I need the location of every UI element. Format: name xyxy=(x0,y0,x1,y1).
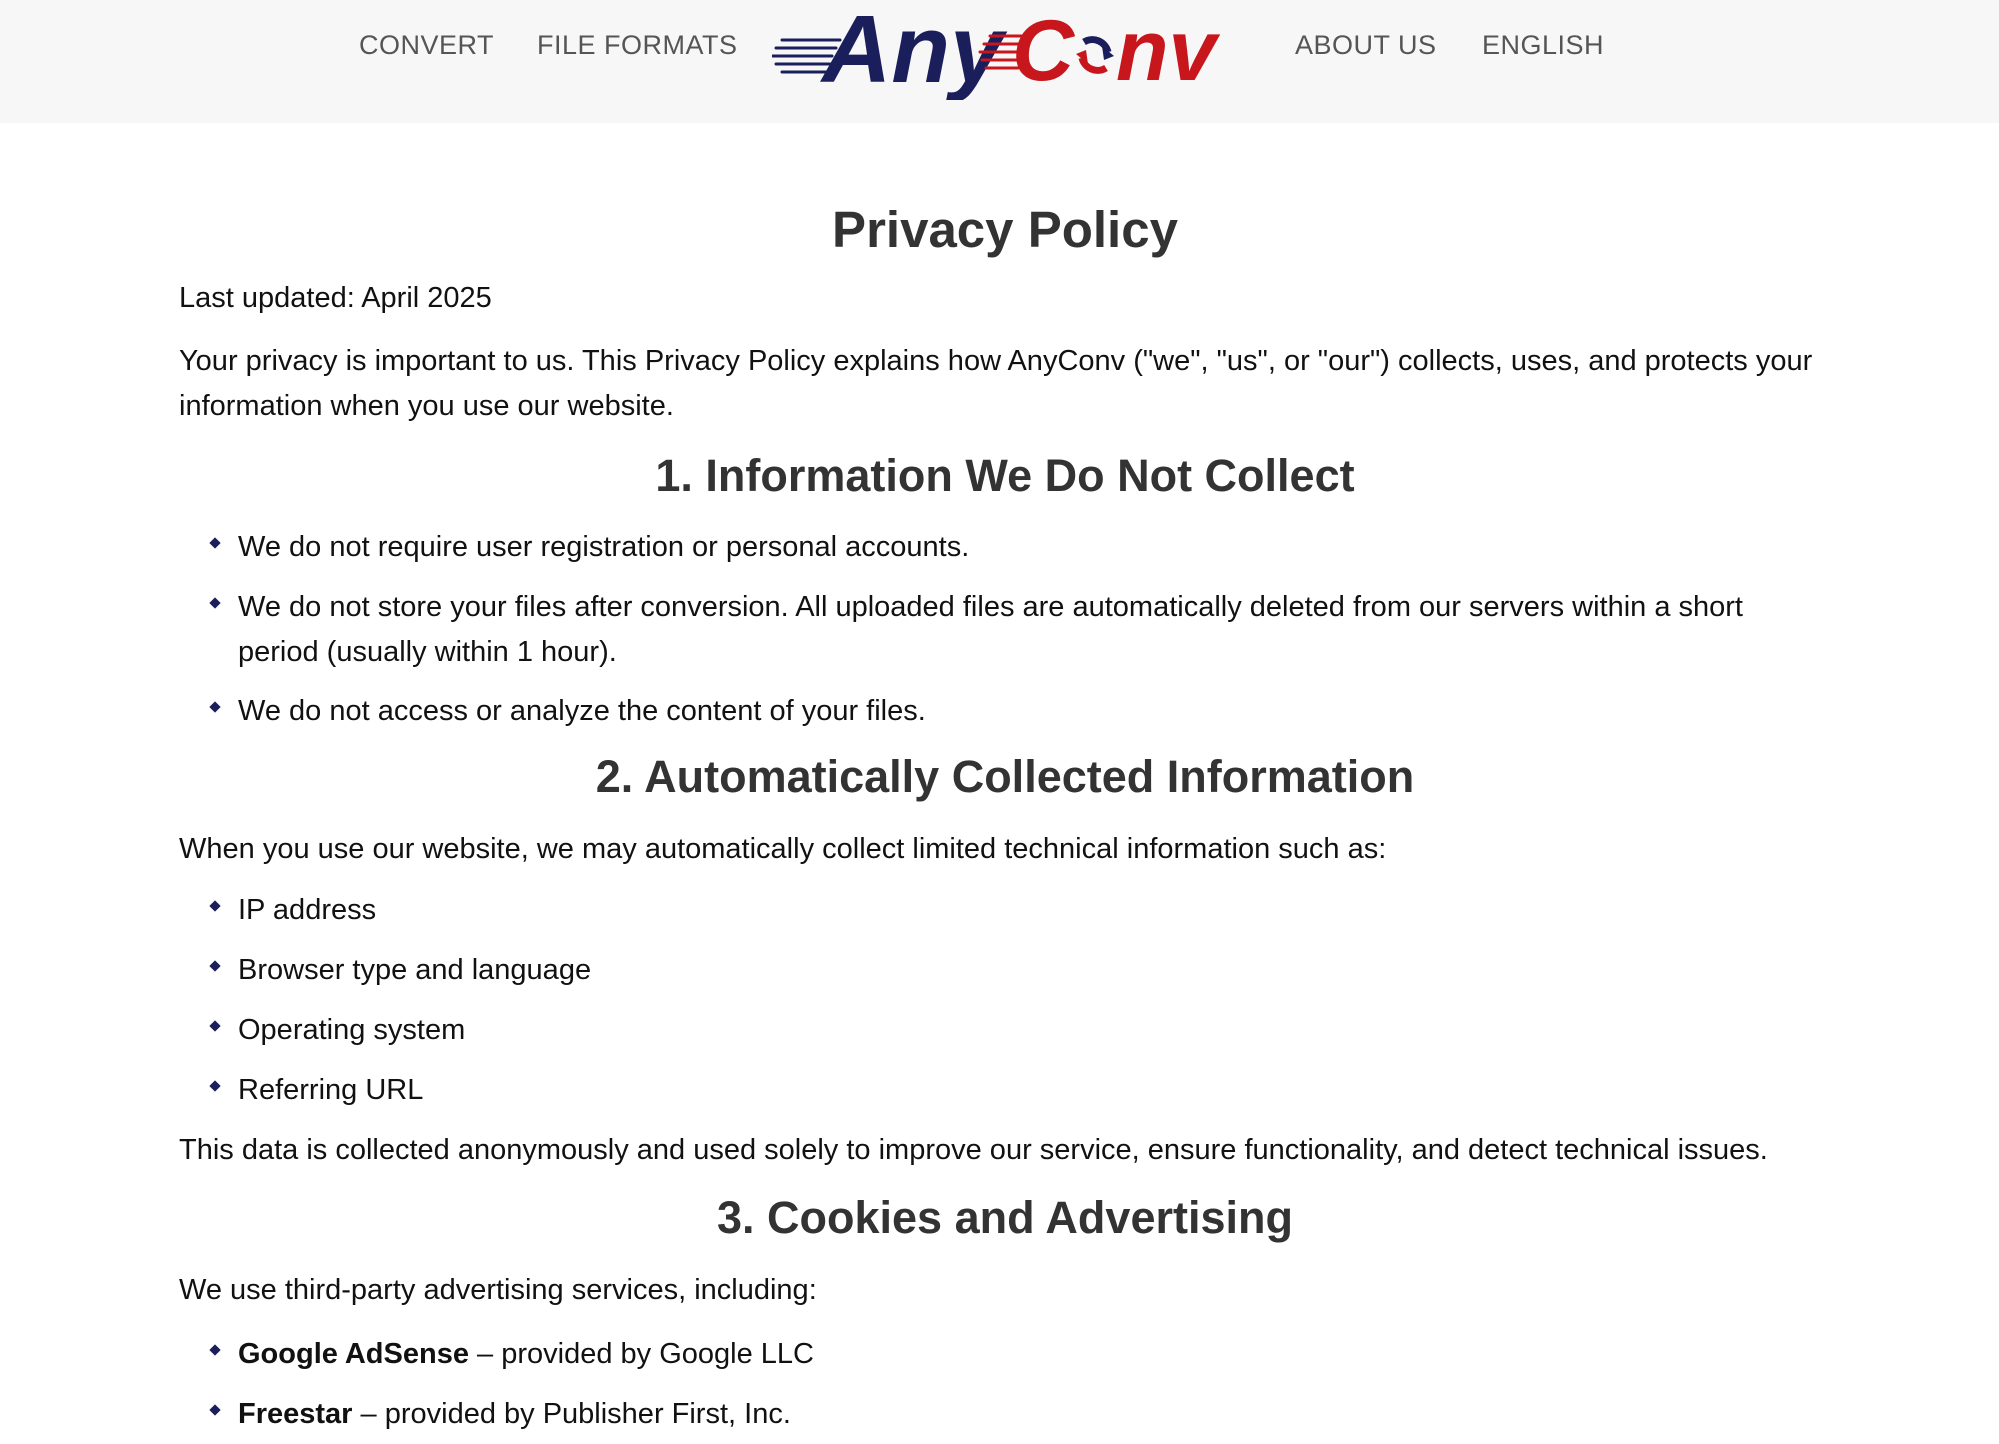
page-title: Privacy Policy xyxy=(832,201,1178,258)
nav-file-formats-link[interactable]: FILE FORMATS xyxy=(537,30,738,61)
bullet-icon xyxy=(209,900,221,912)
bullet-icon xyxy=(209,597,221,609)
bullet-icon xyxy=(209,537,221,549)
logo-text-nv: nv xyxy=(1116,3,1221,99)
list-item: Google AdSense – provided by Google LLC xyxy=(209,1332,1818,1377)
header: CONVERT FILE FORMATS Any C nv ABOUT US E… xyxy=(0,0,1999,123)
bullet-icon xyxy=(209,960,221,972)
nav-convert-link[interactable]: CONVERT xyxy=(359,30,494,61)
section-1-title: 1. Information We Do Not Collect xyxy=(655,450,1355,501)
section-2-title: 2. Automatically Collected Information xyxy=(595,751,1415,802)
bullet-icon xyxy=(209,1080,221,1092)
bullet-icon xyxy=(209,1020,221,1032)
provider-desc: – provided by Publisher First, Inc. xyxy=(352,1398,791,1430)
bullet-icon xyxy=(209,701,221,713)
list-item: We do not store your files after convers… xyxy=(209,585,1818,675)
convert-arrows-icon xyxy=(1076,36,1114,74)
provider-name: Google AdSense xyxy=(238,1338,469,1370)
list-item: IP address xyxy=(209,888,1818,933)
list-item: We do not access or analyze the content … xyxy=(209,689,1818,734)
logo-text-any: Any xyxy=(820,0,1008,100)
list-item: We do not require user registration or p… xyxy=(209,525,1818,570)
section-3-intro: We use third-party advertising services,… xyxy=(179,1274,817,1306)
provider-name: Freestar xyxy=(238,1398,353,1430)
section-3-title: 3. Cookies and Advertising xyxy=(717,1192,1293,1243)
section-2-intro: When you use our website, we may automat… xyxy=(179,833,1387,865)
list-item: Operating system xyxy=(209,1008,1818,1053)
nav-about-us-link[interactable]: ABOUT US xyxy=(1295,30,1437,61)
list-item: Browser type and language xyxy=(209,948,1818,993)
bullet-icon xyxy=(209,1344,221,1356)
bullet-icon xyxy=(209,1404,221,1416)
list-item: Referring URL xyxy=(209,1068,1818,1113)
nav-language-selector[interactable]: ENGLISH xyxy=(1482,30,1604,61)
anyconv-logo[interactable]: Any C nv xyxy=(772,0,1232,100)
logo-text-c: C xyxy=(1012,3,1076,99)
last-updated: Last updated: April 2025 xyxy=(179,282,492,314)
intro-paragraph: Your privacy is important to us. This Pr… xyxy=(179,345,1813,422)
provider-desc: – provided by Google LLC xyxy=(468,1338,814,1370)
list-item: Freestar – provided by Publisher First, … xyxy=(209,1392,1818,1437)
section-2-outro: This data is collected anonymously and u… xyxy=(179,1134,1768,1166)
